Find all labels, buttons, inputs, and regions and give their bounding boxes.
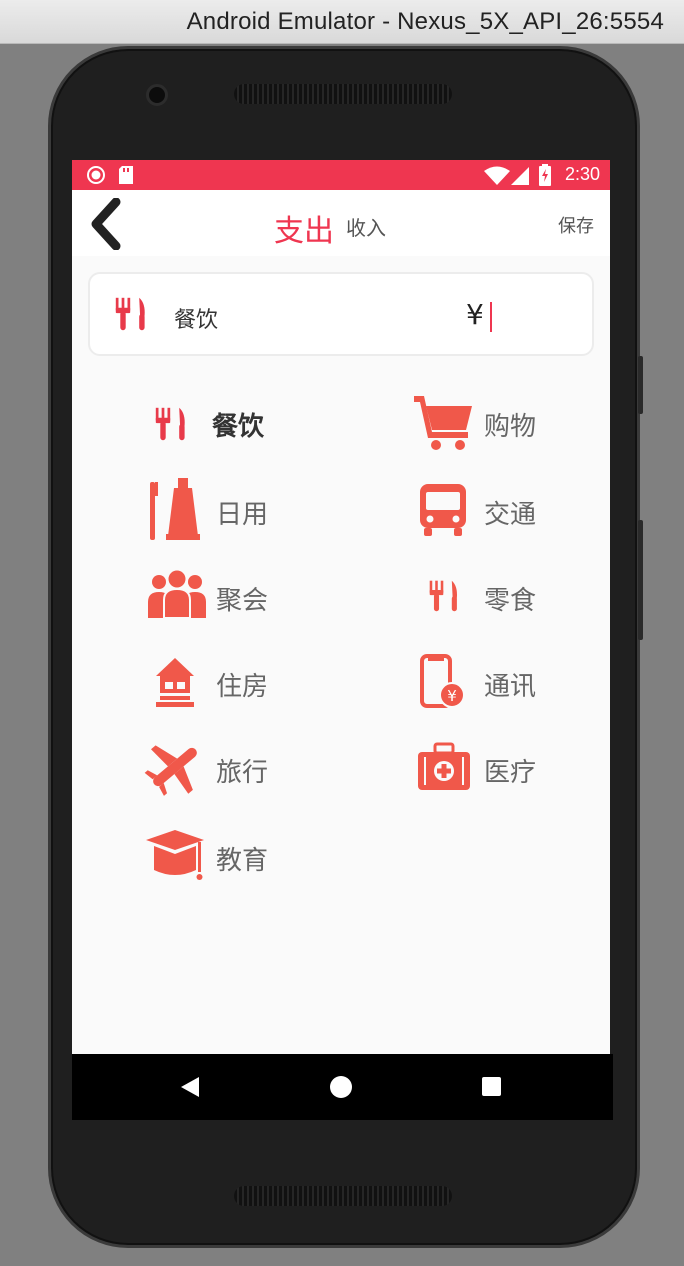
phone-bill-icon: ¥ — [420, 654, 465, 708]
category-label: 医疗 — [484, 758, 537, 788]
wifi-icon — [484, 166, 510, 185]
category-daily-use[interactable]: 日用 — [148, 476, 348, 542]
category-label: 教育 — [216, 846, 269, 876]
selected-category-label: 餐饮 — [174, 308, 219, 333]
svg-text:¥: ¥ — [447, 687, 457, 705]
category-medical[interactable]: 医疗 — [416, 742, 596, 794]
category-label: 餐饮 — [212, 412, 265, 442]
text-cursor — [490, 302, 492, 332]
battery-icon — [539, 164, 551, 186]
front-camera — [146, 84, 168, 106]
category-snacks[interactable]: 零食 — [426, 574, 606, 624]
people-icon — [148, 570, 206, 619]
toothbrush-icon — [150, 478, 200, 540]
fork-knife-icon — [429, 580, 458, 612]
nav-back-icon[interactable] — [180, 1076, 200, 1098]
signal-icon — [511, 167, 529, 185]
graduation-cap-icon — [146, 830, 204, 880]
airplane-icon — [144, 745, 197, 796]
app-bar: 支出 收入 保存 — [72, 190, 610, 256]
chevron-left-icon[interactable] — [86, 198, 126, 250]
record-icon — [87, 166, 105, 184]
window-title: Android Emulator - Nexus_5X_API_26:5554 — [186, 8, 664, 35]
category-party[interactable]: 聚会 — [146, 568, 346, 624]
sd-card-icon — [119, 166, 133, 184]
status-bar: 2:30 — [72, 160, 610, 190]
shopping-cart-icon — [414, 396, 472, 450]
category-housing[interactable]: 住房 — [154, 656, 354, 710]
volume-button — [638, 356, 643, 414]
bottom-speaker — [234, 1186, 452, 1206]
window-titlebar: Android Emulator - Nexus_5X_API_26:5554 — [0, 0, 684, 44]
category-dining[interactable]: 餐饮 — [152, 396, 352, 452]
nav-recents-icon[interactable] — [482, 1077, 501, 1096]
tab-income[interactable]: 收入 — [346, 212, 386, 241]
category-label: 通讯 — [484, 672, 537, 702]
house-icon — [156, 658, 194, 707]
fork-knife-icon — [155, 407, 185, 441]
system-navigation-bar — [72, 1054, 613, 1120]
top-speaker — [234, 84, 452, 104]
amount-input-card[interactable]: 餐饮 ¥ — [88, 272, 594, 356]
category-label: 零食 — [484, 586, 537, 616]
category-label: 购物 — [484, 412, 537, 442]
app-screen: 2:30 支出 收入 保存 餐饮 ¥ 餐饮 购物 日用 交通 聚会 零食 住房 … — [72, 160, 610, 1054]
nav-home-icon[interactable] — [330, 1076, 352, 1098]
category-shopping[interactable]: 购物 — [412, 392, 592, 454]
power-button — [638, 520, 643, 640]
bus-icon — [420, 484, 466, 536]
category-label: 旅行 — [216, 758, 269, 788]
status-time: 2:30 — [564, 164, 600, 184]
category-education[interactable]: 教育 — [144, 828, 344, 886]
category-travel[interactable]: 旅行 — [144, 736, 344, 798]
category-label: 交通 — [484, 500, 537, 530]
category-telecom[interactable]: ¥ 通讯 — [420, 654, 600, 710]
save-button[interactable]: 保存 — [558, 212, 594, 238]
category-label: 住房 — [216, 672, 269, 702]
currency-symbol: ¥ — [466, 298, 484, 331]
fork-knife-icon — [115, 297, 145, 331]
medical-kit-icon — [418, 742, 470, 790]
tab-expense[interactable]: 支出 — [274, 206, 334, 250]
category-label: 聚会 — [216, 586, 269, 616]
category-label: 日用 — [216, 500, 269, 530]
category-transport[interactable]: 交通 — [418, 482, 598, 542]
